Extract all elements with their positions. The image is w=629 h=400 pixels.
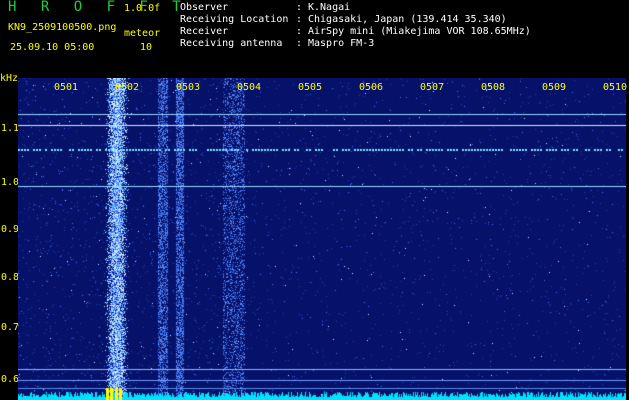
info-value: Maspro FM-3 bbox=[308, 38, 375, 49]
freq-tick-label: 0.6 bbox=[1, 374, 20, 385]
time-tick-label: 0507 bbox=[420, 82, 445, 93]
frequency-axis-unit: kHz bbox=[0, 73, 19, 84]
time-tick-label: 0502 bbox=[115, 82, 140, 93]
info-row-antenna: Receiving antenna: Maspro FM-3 bbox=[180, 38, 531, 50]
info-row-receiver: Receiver: AirSpy mini (Miakejima VOR 108.… bbox=[180, 26, 531, 38]
spectrogram-waterfall bbox=[18, 78, 626, 400]
freq-tick-label: 0.7 bbox=[1, 322, 20, 333]
info-value: Chigasaki, Japan (139.414 35.340) bbox=[308, 14, 507, 25]
time-tick-label: 0505 bbox=[298, 82, 323, 93]
app-title: H R O F F T bbox=[8, 0, 189, 15]
timestamp: 25.09.10 05:00 bbox=[10, 42, 95, 53]
info-value: AirSpy mini (Miakejima VOR 108.65MHz) bbox=[308, 26, 531, 37]
info-colon: : bbox=[296, 38, 303, 49]
info-colon: : bbox=[296, 2, 303, 13]
time-tick-label: 0510 bbox=[603, 82, 628, 93]
info-value: K.Nagai bbox=[308, 2, 351, 13]
time-tick-label: 0501 bbox=[54, 82, 79, 93]
time-tick-label: 0504 bbox=[237, 82, 262, 93]
info-colon: : bbox=[296, 26, 303, 37]
meteor-count-label: meteor bbox=[124, 28, 161, 39]
waterfall-canvas bbox=[18, 78, 626, 400]
freq-tick-label: 0.8 bbox=[1, 272, 20, 283]
station-info: Observer: K.Nagai Receiving Location: Chig… bbox=[180, 2, 531, 50]
file-name: KN9_2509100500.png bbox=[8, 22, 117, 33]
info-row-observer: Observer: K.Nagai bbox=[180, 2, 531, 14]
info-colon: : bbox=[296, 14, 303, 25]
freq-tick-label: 1.0 bbox=[1, 177, 20, 188]
time-tick-label: 0503 bbox=[176, 82, 201, 93]
hrofft-window: H R O F F T 1.0.0f KN9_2509100500.png me… bbox=[0, 0, 629, 400]
freq-tick-label: 1.1 bbox=[1, 123, 20, 134]
info-label: Receiving antenna bbox=[180, 38, 283, 49]
info-label: Receiving Location bbox=[180, 14, 289, 25]
app-version: 1.0.0f bbox=[124, 3, 161, 14]
time-tick-label: 0506 bbox=[359, 82, 384, 93]
info-label: Receiver bbox=[180, 26, 229, 37]
info-row-location: Receiving Location: Chigasaki, Japan (139… bbox=[180, 14, 531, 26]
time-tick-label: 0508 bbox=[481, 82, 506, 93]
meteor-count-value: 10 bbox=[140, 42, 153, 53]
time-tick-label: 0509 bbox=[542, 82, 567, 93]
freq-tick-label: 0.9 bbox=[1, 224, 20, 235]
info-label: Observer bbox=[180, 2, 229, 13]
